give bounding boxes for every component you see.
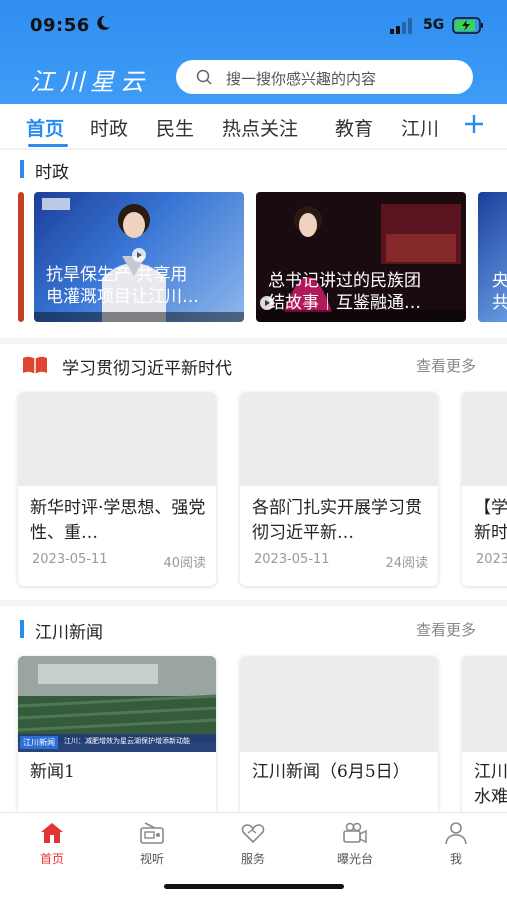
video-card[interactable]: 总书记讲过的民族团 结故事｜互鉴融通…: [256, 192, 466, 322]
video-caption: 抗旱保生产 共享用 电灌溉项目让江川…: [46, 265, 199, 307]
nav-exposure[interactable]: 曝光台: [325, 821, 385, 871]
article-title: 新华时评·学思想、强党性、重…: [30, 498, 206, 543]
article-title: 各部门扎实开展学习贯彻习近平新…: [252, 498, 422, 543]
article-card[interactable]: 各部门扎实开展学习贯彻习近平新… 2023-05-11 24阅读: [240, 392, 438, 586]
signal-icon: [390, 18, 412, 34]
section-title: 江川新闻: [35, 623, 103, 643]
see-more-link[interactable]: 查看更多: [416, 355, 476, 376]
politics-section: 时政 抗旱保生产 共享用 电灌溉项目让江川… 总书记讲过的民族团 结故事｜互鉴融…: [0, 150, 507, 338]
see-more-link[interactable]: 查看更多: [416, 619, 476, 640]
add-channel-icon[interactable]: [463, 113, 485, 135]
network-label: 5G: [423, 17, 445, 33]
news-thumbnail: [240, 656, 438, 752]
book-icon: [23, 356, 47, 374]
study-section: 学习贯彻习近平新时代 查看更多 新华时评·学思想、强党性、重… 2023-05-…: [0, 344, 507, 600]
section-title: 时政: [35, 163, 69, 183]
moon-icon: [97, 15, 110, 30]
article-card[interactable]: 新华时评·学思想、强党性、重… 2023-05-11 40阅读: [18, 392, 216, 586]
radio-icon: [140, 822, 164, 844]
status-bar: 09:56 5G: [0, 0, 507, 50]
active-tab-indicator: [28, 144, 68, 147]
app-header: 09:56 5G 江川星云 搜一搜你感兴趣的内容: [0, 0, 507, 104]
section-marker: [20, 160, 24, 178]
app-logo: 江川星云: [30, 68, 150, 96]
play-icon: [132, 248, 146, 262]
camera-icon: [343, 822, 367, 844]
tab-livelihood[interactable]: 民生: [156, 114, 194, 141]
tab-politics[interactable]: 时政: [90, 114, 128, 141]
search-bar[interactable]: 搜一搜你感兴趣的内容: [176, 60, 473, 94]
article-thumbnail: [462, 392, 507, 486]
thumb-subtitle: 江川：减肥增效为星云湖保护增添新动能: [64, 737, 190, 745]
nav-media[interactable]: 视听: [122, 821, 182, 871]
status-time: 09:56: [30, 15, 90, 36]
video-card[interactable]: 抗旱保生产 共享用 电灌溉项目让江川…: [34, 192, 244, 322]
news-title: 新闻1: [30, 762, 75, 782]
article-date: 2023-05-11: [254, 552, 330, 567]
tab-jiangchuan[interactable]: 江川: [401, 114, 439, 141]
news-card-partial[interactable]: 江川水难: [462, 656, 507, 812]
section-marker: [20, 620, 24, 638]
article-date: 2023: [476, 552, 507, 567]
thumb-label: 江川新闻: [20, 736, 58, 749]
article-thumbnail: [240, 392, 438, 486]
user-icon: [445, 822, 467, 845]
play-icon: [260, 296, 274, 310]
tab-education[interactable]: 教育: [335, 114, 373, 141]
news-thumbnail: [462, 656, 507, 752]
video-card-partial-right[interactable]: 央 共: [478, 192, 507, 322]
tab-hot-topics[interactable]: 热点关注: [222, 114, 298, 141]
search-placeholder: 搜一搜你感兴趣的内容: [226, 70, 377, 88]
news-thumbnail: 江川新闻 江川：减肥增效为星云湖保护增添新动能: [18, 656, 216, 752]
video-caption: 总书记讲过的民族团 结故事｜互鉴融通…: [268, 271, 421, 313]
video-caption: 央 共: [492, 271, 507, 313]
article-reads: 40阅读: [163, 556, 206, 571]
news-card[interactable]: 江川新闻 江川：减肥增效为星云湖保护增添新动能 新闻1: [18, 656, 216, 812]
search-icon: [196, 69, 212, 85]
category-tabs: 首页 时政 民生 热点关注 教育 江川: [0, 104, 507, 148]
nav-me[interactable]: 我: [426, 821, 486, 871]
article-thumbnail: [18, 392, 216, 486]
home-icon: [41, 823, 63, 843]
news-section: 江川新闻 查看更多 江川新闻 江川：减肥增效为星云湖保护增添新动能 新闻1 江川…: [0, 606, 507, 812]
tabs-fade: [436, 104, 456, 148]
nav-service[interactable]: 服务: [223, 821, 283, 871]
video-card-partial-left[interactable]: [18, 192, 24, 322]
nav-home[interactable]: 首页: [22, 821, 82, 871]
news-title: 江川水难: [474, 762, 507, 807]
section-title: 学习贯彻习近平新时代: [62, 359, 232, 379]
article-title: 【学新时: [474, 498, 507, 543]
article-reads: 24阅读: [385, 556, 428, 571]
service-icon: [241, 824, 265, 844]
article-date: 2023-05-11: [32, 552, 108, 567]
battery-charging-icon: [452, 17, 483, 34]
news-title: 江川新闻（6月5日）: [252, 762, 410, 782]
news-card[interactable]: 江川新闻（6月5日）: [240, 656, 438, 812]
home-indicator: [164, 884, 344, 889]
article-card-partial[interactable]: 【学新时 2023: [462, 392, 507, 586]
tab-home[interactable]: 首页: [26, 114, 64, 141]
